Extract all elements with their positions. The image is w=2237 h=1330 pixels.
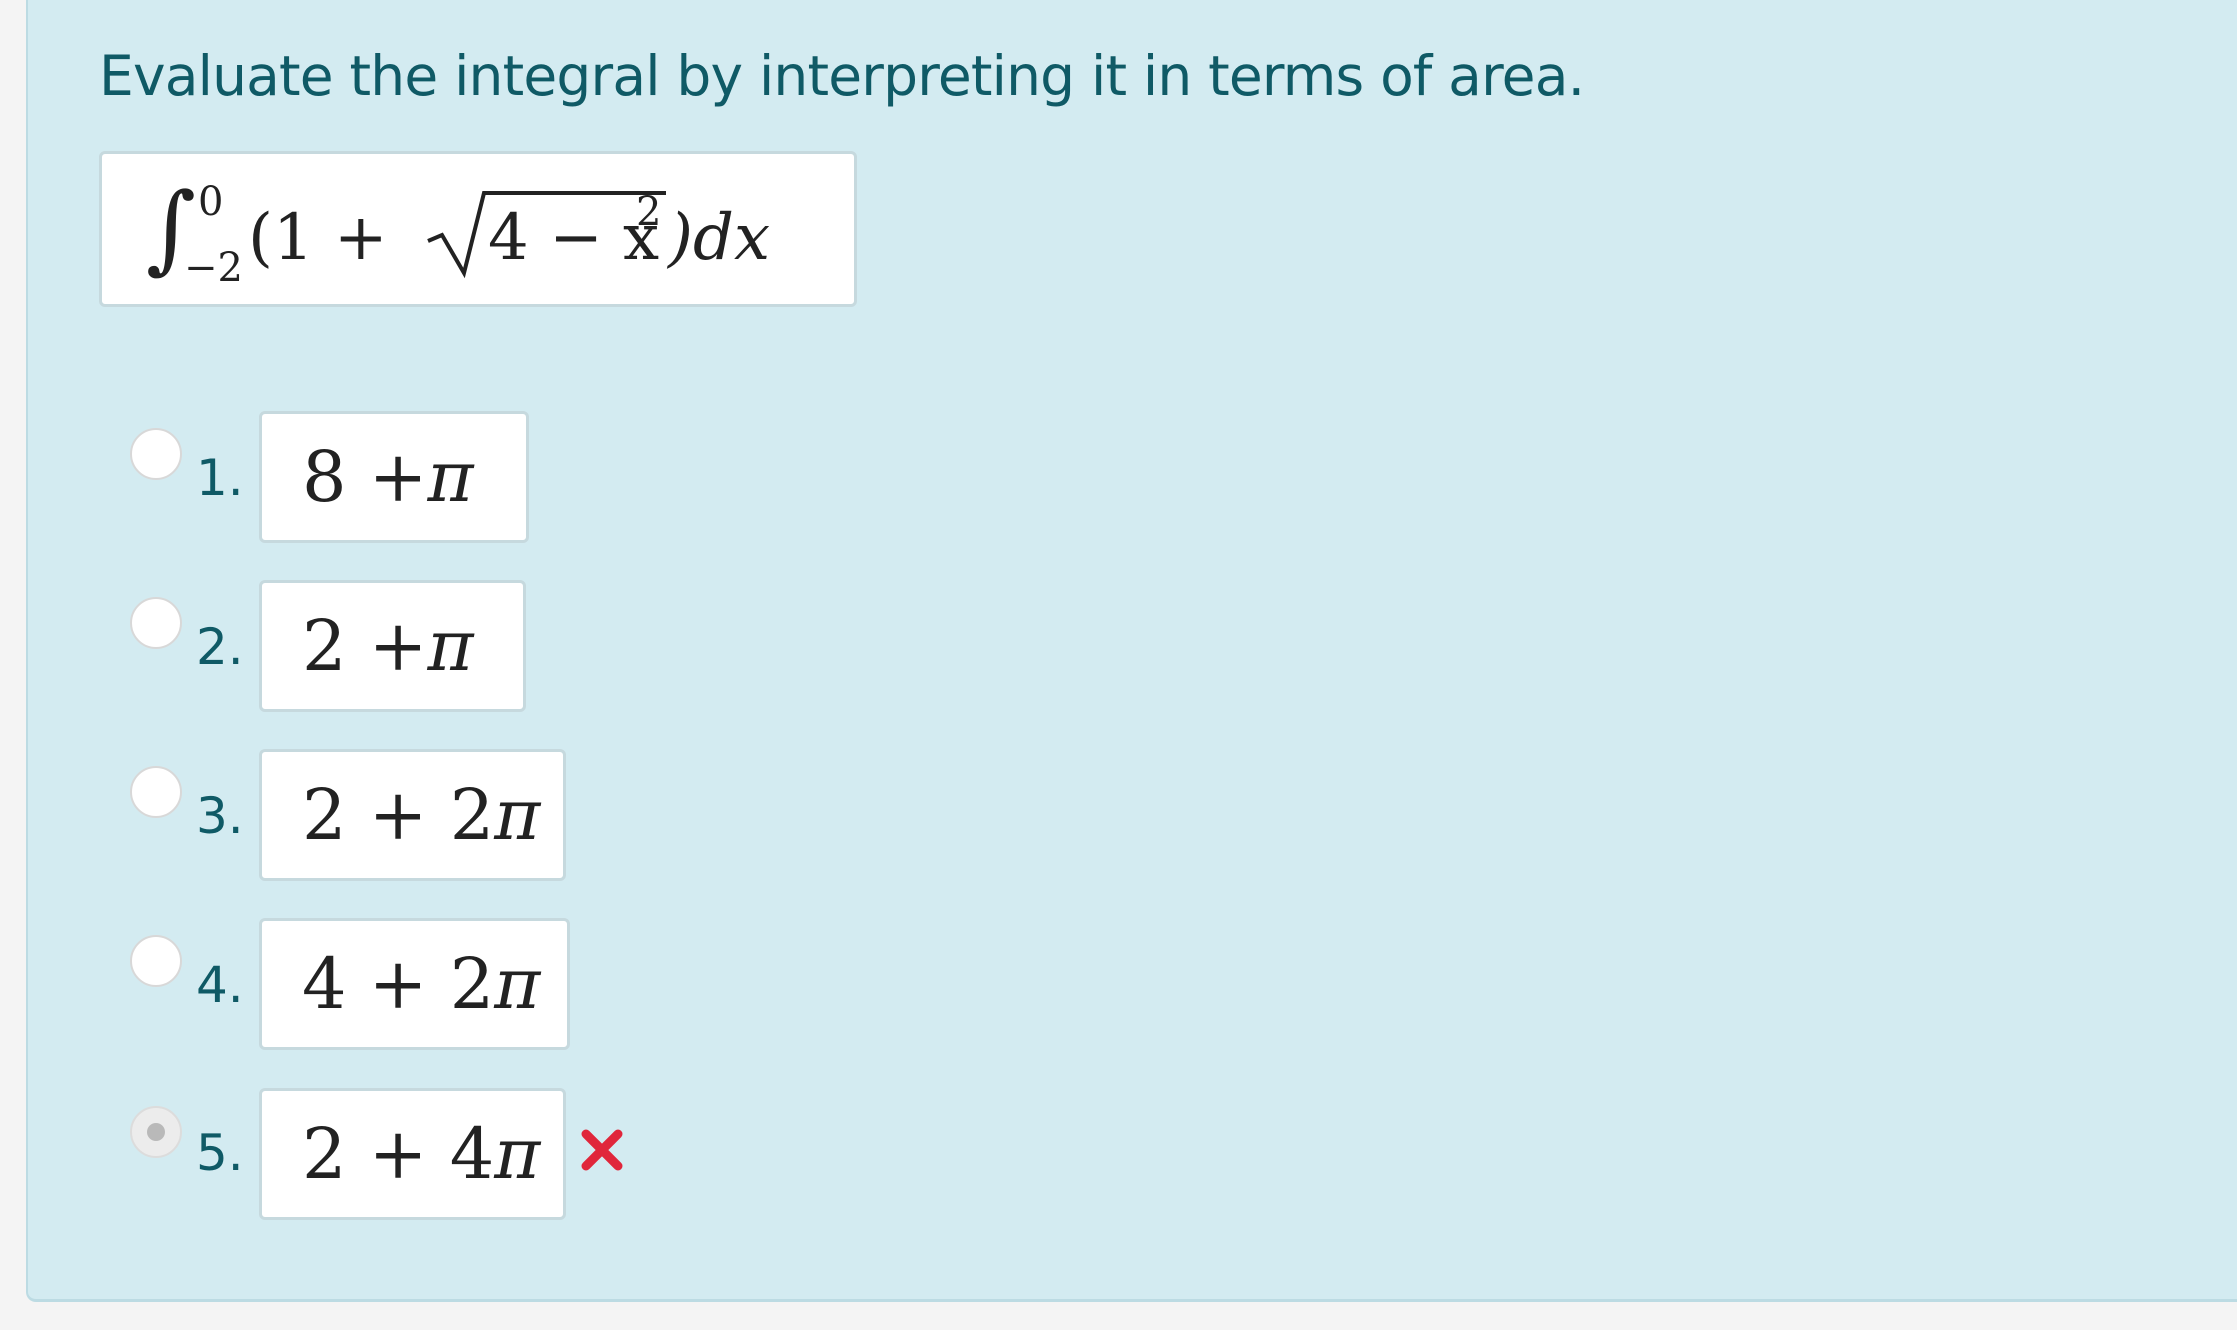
option-2-answer[interactable]: 2 + π: [259, 580, 526, 712]
integrand-end: )dx: [666, 201, 770, 275]
option-1-pi: π: [427, 436, 474, 518]
integral-expression: ∫ 0 −2 (1 + 4 − x 2 )dx: [99, 151, 857, 307]
radicand: 4 − x: [488, 201, 659, 275]
option-3-pi: π: [494, 774, 541, 856]
lower-limit: −2: [184, 245, 243, 289]
option-4-number: 4.: [196, 956, 244, 1014]
option-2-number: 2.: [196, 618, 244, 676]
option-4-answer[interactable]: 4 + 2π: [259, 918, 570, 1050]
option-1-number: 1.: [196, 449, 244, 507]
option-3-radio[interactable]: [130, 766, 182, 818]
option-2-radio[interactable]: [130, 597, 182, 649]
option-5-radio[interactable]: [130, 1106, 182, 1158]
option-4-text: 4 + 2: [302, 943, 495, 1025]
option-5-answer[interactable]: 2 + 4π: [259, 1088, 566, 1220]
option-1-radio[interactable]: [130, 428, 182, 480]
integrand-start: (1 +: [248, 201, 388, 275]
exponent: 2: [636, 189, 661, 235]
option-5-number: 5.: [196, 1124, 244, 1182]
upper-limit: 0: [198, 179, 223, 225]
integral-formula: ∫ 0 −2 (1 + 4 − x 2 )dx: [146, 172, 770, 289]
option-1-text: 8 +: [302, 436, 428, 518]
option-3-text: 2 + 2: [302, 774, 495, 856]
option-3-number: 3.: [196, 787, 244, 845]
option-2-text: 2 +: [302, 605, 428, 687]
incorrect-x-icon: [581, 1129, 623, 1171]
question-prompt: Evaluate the integral by interpreting it…: [99, 44, 1585, 108]
option-4-pi: π: [494, 943, 541, 1025]
option-4-radio[interactable]: [130, 935, 182, 987]
option-2-pi: π: [427, 605, 474, 687]
option-3-answer[interactable]: 2 + 2π: [259, 749, 566, 881]
option-5-pi: π: [494, 1113, 541, 1195]
option-5-text: 2 + 4: [302, 1113, 495, 1195]
option-1-answer[interactable]: 8 + π: [259, 411, 529, 543]
radio-selected-dot: [147, 1123, 165, 1141]
